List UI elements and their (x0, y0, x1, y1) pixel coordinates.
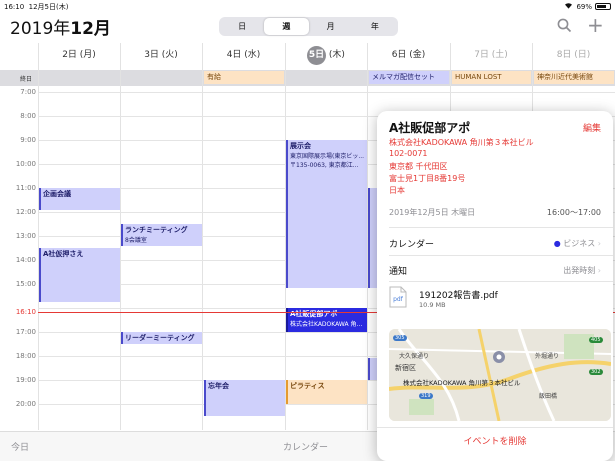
event-title: ランチミーティング (125, 226, 188, 234)
tab-week[interactable]: 週 (264, 18, 309, 35)
event-detail-popover: A社販促部アポ 編集 株式会社KADOKAWA 角川第３本社ビル 102-007… (377, 111, 613, 461)
address-line[interactable]: 株式会社KADOKAWA 角川第３本社ビル (389, 137, 534, 148)
calendars-button[interactable]: カレンダー (283, 440, 328, 453)
event-location: 東京国際展示場(東京ビッ... (290, 153, 365, 160)
edit-button[interactable]: 編集 (583, 121, 601, 134)
day-header-sun[interactable]: 8日 (日) (532, 43, 615, 67)
status-right: 69% (564, 2, 611, 11)
calendar-row-value[interactable]: ● ビジネス › (554, 238, 601, 249)
map-place: 飯田橋 (539, 393, 558, 400)
hour-label: 14:00 (15, 256, 36, 264)
tab-year[interactable]: 年 (353, 18, 397, 35)
hour-label: 18:00 (15, 352, 36, 360)
chevron-right-icon: › (597, 266, 601, 275)
status-time: 16:10 12月5日(木) (4, 3, 69, 11)
battery-percent: 69% (576, 2, 592, 11)
calendar-row-label[interactable]: カレンダー (389, 237, 434, 250)
day-header-sat[interactable]: 7日 (土) (450, 43, 532, 67)
event-date: 2019年12月5日 木曜日 (389, 208, 476, 217)
event-title: 忘年会 (208, 382, 229, 390)
hour-label: 8:00 (20, 112, 36, 120)
calendar-color-dot: ● (553, 239, 561, 248)
tab-month[interactable]: 月 (309, 18, 353, 35)
hour-label: 10:00 (15, 160, 36, 168)
hour-label: 20:00 (15, 400, 36, 408)
today-marker: 5日 (307, 46, 327, 65)
chevron-right-icon: › (597, 239, 601, 248)
status-bar: 16:10 12月5日(木) 69% (0, 0, 615, 12)
hour-label: 17:00 (15, 328, 36, 336)
all-day-label: 終日 (20, 76, 33, 83)
event-block[interactable]: 展示会 東京国際展示場(東京ビッ... 〒135-0063, 東京都江... (286, 140, 367, 288)
all-day-event[interactable]: HUMAN LOST (452, 71, 531, 84)
location-map[interactable]: 大久保通り 新宿区 外堀通り 飯田橋 株式会社KADOKAWA 角川第３本社ビル… (389, 329, 611, 421)
hour-label: 11:00 (15, 184, 36, 192)
event-title: 展示会 (290, 142, 311, 150)
event-block[interactable]: 企画会議 (39, 188, 120, 210)
event-title: 企画会議 (43, 190, 71, 198)
route-badge: 405 (589, 337, 603, 343)
search-icon[interactable] (557, 18, 572, 33)
day-header-wed[interactable]: 4日 (水) (202, 43, 285, 67)
address-line[interactable]: 東京都 千代田区 (389, 161, 448, 172)
day-header-mon[interactable]: 2日 (月) (38, 43, 120, 67)
hour-label: 7:00 (20, 88, 36, 96)
map-place: 大久保通り (399, 353, 430, 360)
event-location: 8会議室 (125, 237, 147, 244)
event-block[interactable]: リーダーミーティング (121, 332, 202, 344)
all-day-event[interactable]: 有給 (204, 71, 284, 84)
event-time: 16:00～17:00 (546, 208, 601, 217)
map-place: 新宿区 (395, 364, 416, 372)
address-line[interactable]: 富士見1丁目8番19号 (389, 173, 465, 184)
event-title: A社販促部アポ (290, 310, 338, 318)
route-badge: 319 (419, 393, 433, 399)
wifi-icon (564, 2, 573, 11)
current-time-label: 16:10 (15, 308, 36, 316)
notify-row-label[interactable]: 通知 (389, 264, 407, 277)
event-title: A社販促部アポ (389, 121, 471, 135)
route-badge: 305 (393, 335, 407, 341)
attachment-name[interactable]: 191202報告書.pdf (419, 288, 498, 301)
day-header-tue[interactable]: 3日 (火) (120, 43, 202, 67)
event-title: リーダーミーティング (125, 334, 195, 342)
address-line[interactable]: 102-0071 (389, 149, 428, 158)
hour-label: 9:00 (20, 136, 36, 144)
event-title: ピラティス (290, 382, 325, 390)
map-pin-label: 株式会社KADOKAWA 角川第３本社ビル (403, 379, 521, 387)
divider (389, 281, 613, 282)
hour-label: 13:00 (15, 232, 36, 240)
delete-event-button[interactable]: イベントを削除 (377, 434, 613, 447)
all-day-event[interactable]: メルマガ配信セット (369, 71, 449, 84)
address-line[interactable]: 日本 (389, 185, 405, 196)
hour-label: 15:00 (15, 280, 36, 288)
notify-row-value[interactable]: 出発時刻 › (563, 265, 601, 276)
view-segmented-control: 日 週 月 年 (219, 17, 398, 36)
map-place: 外堀通り (535, 353, 560, 360)
today-button[interactable]: 今日 (11, 440, 29, 453)
event-block[interactable]: A社仮押さえ (39, 248, 120, 302)
attachment-size: 10.9 MB (419, 301, 446, 309)
hour-line (38, 92, 615, 93)
event-block[interactable]: ランチミーティング 8会議室 (121, 224, 202, 246)
map-image (389, 329, 611, 421)
day-header-thu[interactable]: 5日 (木) (285, 43, 367, 67)
divider (389, 227, 613, 228)
tab-day[interactable]: 日 (220, 18, 264, 35)
battery-icon (595, 3, 611, 10)
pdf-file-icon[interactable]: pdf (389, 286, 407, 308)
all-day-event[interactable]: 神奈川近代美術館 (534, 71, 614, 84)
event-location: 株式会社KADOKAWA 角... (290, 321, 363, 328)
event-address: 〒135-0063, 東京都江... (290, 162, 359, 169)
hour-label: 12:00 (15, 208, 36, 216)
event-block[interactable]: ピラティス (286, 380, 367, 404)
route-badge: 302 (589, 369, 603, 375)
page-title: 2019年12月 (10, 19, 111, 39)
add-event-icon[interactable]: + (587, 15, 604, 35)
event-title: A社仮押さえ (43, 250, 84, 258)
hour-label: 19:00 (15, 376, 36, 384)
event-block[interactable]: 忘年会 (204, 380, 285, 416)
day-header-fri[interactable]: 6日 (金) (367, 43, 450, 67)
divider (377, 427, 613, 428)
divider (389, 255, 613, 256)
